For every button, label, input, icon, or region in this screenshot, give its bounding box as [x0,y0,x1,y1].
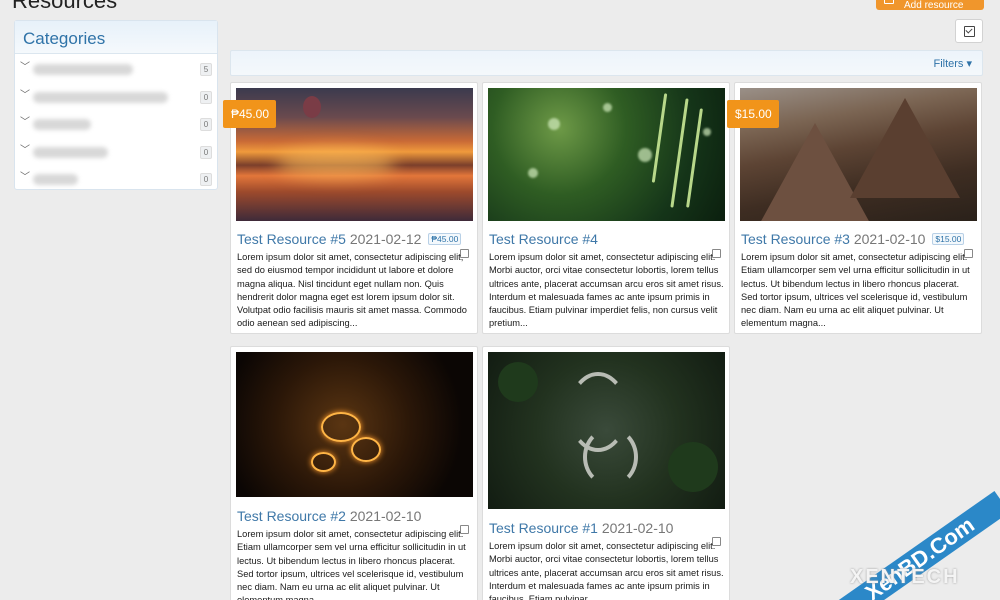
add-resource-label: Add resource [904,0,964,10]
category-label-blurred [33,91,168,103]
category-label-blurred [33,146,108,158]
filament-loop [351,437,381,462]
resource-description: Lorem ipsum dolor sit amet, consectetur … [741,252,970,329]
resource-date: 2021-02-10 [601,520,674,536]
resource-title[interactable]: Test Resource #1 [489,520,598,536]
category-count: 0 [200,145,212,159]
resource-description: Lorem ipsum dolor sit amet, consectetur … [489,541,724,600]
resource-card[interactable]: Test Resource #2 2021-02-10 Lorem ipsum … [230,346,478,600]
leaf-strand [651,93,668,183]
balloon-shape [303,96,321,118]
resource-date: 2021-02-10 [349,508,422,524]
price-tag: ₱45.00 [223,100,277,128]
resource-title-line: Test Resource #5 2021-02-12 ₱45.00 [237,231,462,247]
filament-loop [321,412,361,442]
chevron-down-icon[interactable]: ﹀ [20,113,30,128]
resource-thumbnail[interactable] [236,352,473,497]
leaf-strand [686,108,703,208]
category-label-blurred [33,174,78,185]
resource-description: Lorem ipsum dolor sit amet, consectetur … [489,252,724,329]
category-item[interactable]: ﹀ 0 [15,82,217,110]
price-badge: $15.00 [932,233,965,245]
category-item[interactable]: ﹀ 0 [15,109,217,137]
resource-title[interactable]: Test Resource #5 [237,231,346,247]
tree-cluster [498,362,538,402]
price-badge: ₱45.00 [428,233,462,245]
bokeh-dot [548,118,560,130]
category-count: 0 [200,118,212,131]
category-label-blurred [33,119,91,130]
select-toggle-button[interactable] [955,19,983,43]
resource-title-line: Test Resource #1 2021-02-10 [489,520,673,536]
resource-description: Lorem ipsum dolor sit amet, consectetur … [237,252,467,329]
filament-loop [311,452,336,472]
resource-title[interactable]: Test Resource #2 [237,508,346,524]
chevron-down-icon[interactable]: ﹀ [20,141,30,156]
leaf-strand [670,98,689,208]
resource-title-line: Test Resource #4 [489,231,598,247]
watermark-brand: XENTECH [850,566,960,588]
price-tag: $15.00 [727,100,779,128]
category-count: 5 [200,63,212,76]
bokeh-dot [703,128,711,136]
chevron-down-icon[interactable]: ﹀ [20,86,30,101]
category-item[interactable]: ﹀ 5 [15,54,217,82]
filter-bar: Filters ▾ [230,50,983,76]
bokeh-dot [528,168,538,178]
winding-road [583,427,638,487]
category-item[interactable]: ﹀ 0 [15,137,217,165]
bokeh-dot [638,148,652,162]
chevron-down-icon[interactable]: ﹀ [20,168,30,183]
bokeh-dot [603,103,612,112]
resource-date: 2021-02-12 [349,231,422,247]
resource-thumbnail[interactable] [488,352,725,509]
resource-thumbnail[interactable] [488,88,725,221]
resource-title[interactable]: Test Resource #4 [489,231,598,247]
category-item[interactable]: ﹀ 0 [15,164,217,192]
categories-block: Categories ﹀ 5 ﹀ 0 ﹀ 0 ﹀ 0 ﹀ 0 [14,20,218,190]
sun-glow [276,148,396,178]
resource-card[interactable]: Test Resource #1 2021-02-10 Lorem ipsum … [482,346,730,600]
add-icon [884,0,894,4]
resource-description: Lorem ipsum dolor sit amet, consectetur … [237,529,466,600]
page-title: Resources [12,0,118,13]
category-count: 0 [200,173,212,186]
add-resource-button[interactable]: Add resource [876,0,984,10]
resource-title-line: Test Resource #2 2021-02-10 [237,508,421,524]
mountain-peak [850,98,960,198]
resource-date: 2021-02-10 [853,231,926,247]
chevron-down-icon[interactable]: ﹀ [20,58,30,73]
category-count: 0 [200,90,212,104]
categories-title: Categories [15,21,217,54]
filters-dropdown[interactable]: Filters ▾ [933,57,972,70]
category-label-blurred [33,64,133,75]
resource-title-line: Test Resource #3 2021-02-10 $15.00 [741,231,965,247]
resource-card[interactable]: Test Resource #4 Lorem ipsum dolor sit a… [482,82,730,334]
resource-title[interactable]: Test Resource #3 [741,231,850,247]
tree-cluster [668,442,718,492]
